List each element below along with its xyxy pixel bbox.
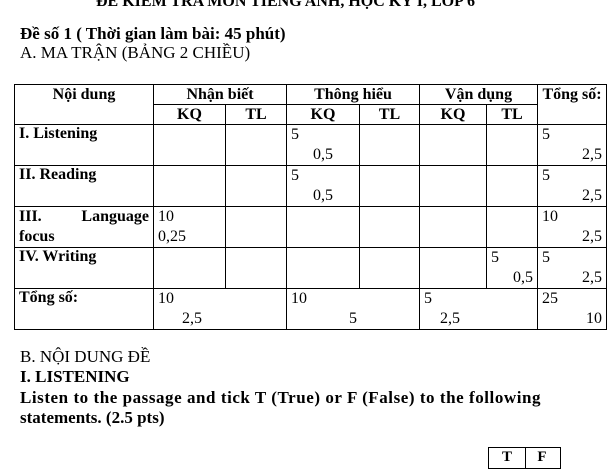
- cell: [486, 206, 538, 248]
- cell: [419, 165, 487, 207]
- cell: [419, 124, 487, 166]
- total-recognition: 10 2,5: [153, 288, 287, 330]
- cell-comprehension-kq: 5 0,5: [286, 124, 360, 166]
- cell-comprehension-kq: 5 0,5: [286, 165, 360, 207]
- row-label-reading: II. Reading: [14, 165, 154, 207]
- cell: [486, 165, 538, 207]
- cell: [359, 247, 420, 289]
- exam-title: Đề số 1 ( Thời gian làm bài: 45 phút): [20, 24, 286, 43]
- cell-application-tl: 5 0,5: [486, 247, 538, 289]
- sub-tl-application: TL: [486, 104, 538, 125]
- header-recognition: Nhận biết: [153, 84, 287, 105]
- cell: [153, 247, 226, 289]
- cell: [359, 165, 420, 207]
- header-comprehension: Thông hiểu: [286, 84, 420, 105]
- row-label-total: Tổng số:: [14, 288, 154, 330]
- row-label-writing: IV. Writing: [14, 247, 154, 289]
- cell: [153, 124, 226, 166]
- header-application: Vận dụng: [419, 84, 538, 105]
- exam-header-partial: ĐỀ KIỂM TRA MÔN TIẾNG ANH, HỌC KỲ I, LỚP…: [96, 0, 476, 10]
- cell-total: 5 2,5: [537, 165, 607, 207]
- instruction-line-2: statements. (2.5 pts): [20, 408, 165, 427]
- cell: [286, 206, 360, 248]
- header-total: Tổng số:: [537, 84, 607, 125]
- total-application: 5 2,5: [419, 288, 538, 330]
- cell: [419, 247, 487, 289]
- cell: [486, 124, 538, 166]
- cell-recognition-kq: 10 0,25: [153, 206, 226, 248]
- instruction-line-1: Listen to the passage and tick T (True) …: [20, 388, 542, 407]
- row-label-language-focus: III. Language focus: [14, 206, 154, 248]
- sub-tl-recognition: TL: [225, 104, 287, 125]
- cell-total: 5 2,5: [537, 247, 607, 289]
- section-a-heading: A. MA TRẬN (BẢNG 2 CHIỀU): [20, 43, 251, 62]
- cell-total: 10 2,5: [537, 206, 607, 248]
- cell: [225, 206, 287, 248]
- cell: [225, 165, 287, 207]
- cell: [359, 124, 420, 166]
- true-column-header: T: [488, 447, 526, 469]
- matrix-table: Nội dung Nhận biết Thông hiểu Vận dụng T…: [14, 84, 607, 330]
- header-content: Nội dung: [14, 84, 154, 125]
- cell: [225, 247, 287, 289]
- sub-kq-comprehension: KQ: [286, 104, 360, 125]
- cell: [286, 247, 360, 289]
- total-comprehension: 10 5: [286, 288, 420, 330]
- sub-kq-application: KQ: [419, 104, 487, 125]
- cell: [153, 165, 226, 207]
- cell-total: 5 2,5: [537, 124, 607, 166]
- sub-tl-comprehension: TL: [359, 104, 420, 125]
- cell: [359, 206, 420, 248]
- total-overall: 25 10: [537, 288, 607, 330]
- section-b-heading: B. NỘI DUNG ĐỀ: [20, 347, 151, 366]
- row-label-listening: I. Listening: [14, 124, 154, 166]
- sub-kq-recognition: KQ: [153, 104, 226, 125]
- listening-heading: I. LISTENING: [20, 367, 130, 386]
- cell: [225, 124, 287, 166]
- cell: [419, 206, 487, 248]
- false-column-header: F: [524, 447, 561, 469]
